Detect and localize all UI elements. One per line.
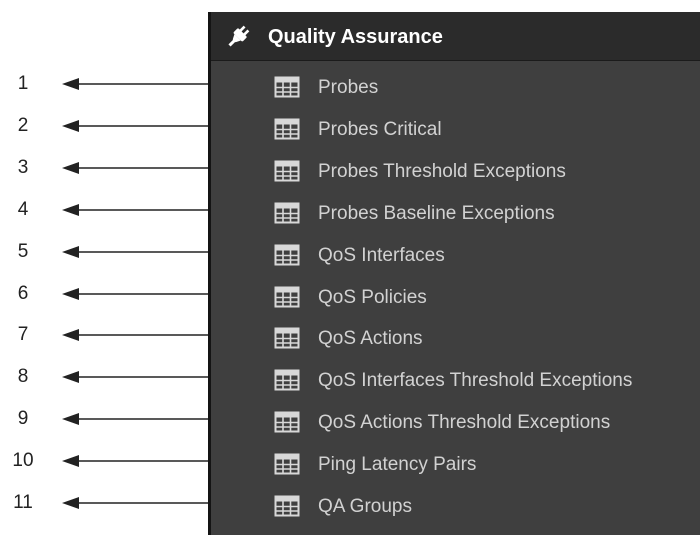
menu-item-label: QoS Interfaces: [318, 244, 445, 266]
menu-item-label: Probes Critical: [318, 118, 442, 140]
callout: 10: [0, 450, 212, 472]
menu-item-label: Probes Baseline Exceptions: [318, 202, 555, 224]
table-grid-icon: [274, 453, 300, 475]
arrow-left-icon: [62, 78, 212, 90]
menu-item-label: QA Groups: [318, 496, 412, 517]
callout-annotations: 1 2 3 4 5 6 7 8 9 10 11: [0, 0, 212, 535]
table-grid-icon: [274, 411, 300, 433]
table-grid-icon: [274, 244, 300, 266]
menu-item-label: QoS Actions: [318, 328, 423, 350]
menu-item-label: Ping Latency Pairs: [318, 454, 477, 476]
table-grid-icon: [274, 369, 300, 391]
arrow-left-icon: [62, 455, 212, 468]
callout-number: 11: [13, 492, 33, 513]
menu-item-probes[interactable]: Probes: [211, 71, 700, 105]
menu-item-qos-actions[interactable]: QoS Actions: [211, 322, 700, 356]
table-grid-icon: [274, 286, 300, 307]
callout: 7: [0, 324, 212, 346]
callout-number: 6: [17, 282, 29, 304]
callout-number: 9: [17, 408, 29, 430]
menu-item-label: QoS Policies: [318, 286, 427, 308]
callout: 1: [0, 73, 212, 95]
arrow-left-icon: [62, 329, 212, 342]
callout: 2: [0, 115, 212, 137]
callout-number: 8: [17, 366, 29, 388]
menu-item-ping-latency-pairs[interactable]: Ping Latency Pairs: [211, 448, 700, 482]
arrow-left-icon: [62, 413, 212, 426]
arrow-left-icon: [62, 497, 212, 509]
arrow-left-icon: [62, 119, 212, 132]
arrow-left-icon: [62, 161, 212, 174]
menu-item-probes-critical[interactable]: Probes Critical: [211, 113, 700, 147]
callout: 6: [0, 283, 212, 305]
callout: 4: [0, 199, 212, 221]
callout-number: 7: [17, 324, 29, 346]
arrow-left-icon: [62, 245, 212, 258]
menu-list: Probes Probes Critical Probes Threshold Ex…: [211, 12, 700, 535]
arrow-left-icon: [62, 371, 212, 384]
menu-item-label: QoS Interfaces Threshold Exceptions: [318, 370, 633, 392]
arrow-left-icon: [62, 203, 212, 216]
callout-number: 2: [17, 114, 29, 136]
callout: 8: [0, 366, 212, 388]
table-grid-icon: [274, 76, 300, 98]
arrow-left-icon: [62, 287, 212, 300]
callout-number: 1: [17, 73, 29, 94]
callout-number: 4: [17, 198, 29, 220]
table-grid-icon: [274, 160, 300, 182]
menu-item-label: Probes: [318, 77, 379, 98]
table-grid-icon: [274, 327, 300, 349]
callout: 9: [0, 408, 212, 430]
menu-item-qos-interfaces-threshold-exceptions[interactable]: QoS Interfaces Threshold Exceptions: [211, 364, 700, 398]
menu-item-qa-groups[interactable]: QA Groups: [211, 490, 700, 524]
table-grid-icon: [274, 495, 300, 517]
menu-item-label: Probes Threshold Exceptions: [318, 160, 566, 182]
menu-item-qos-actions-threshold-exceptions[interactable]: QoS Actions Threshold Exceptions: [211, 406, 700, 440]
table-grid-icon: [274, 202, 300, 224]
callout: 11: [0, 492, 212, 514]
callout-number: 3: [17, 156, 29, 178]
menu-item-label: QoS Actions Threshold Exceptions: [318, 412, 611, 434]
callout-number: 10: [12, 450, 34, 472]
quality-assurance-panel: Quality Assurance Probes Probes Critical P…: [208, 12, 700, 535]
menu-item-qos-policies[interactable]: QoS Policies: [211, 281, 700, 315]
callout: 3: [0, 157, 212, 179]
table-grid-icon: [274, 118, 300, 140]
menu-item-probes-baseline-exceptions[interactable]: Probes Baseline Exceptions: [211, 197, 700, 231]
callout-number: 5: [17, 240, 29, 262]
menu-item-qos-interfaces[interactable]: QoS Interfaces: [211, 239, 700, 273]
callout: 5: [0, 241, 212, 263]
menu-item-probes-threshold-exceptions[interactable]: Probes Threshold Exceptions: [211, 155, 700, 189]
